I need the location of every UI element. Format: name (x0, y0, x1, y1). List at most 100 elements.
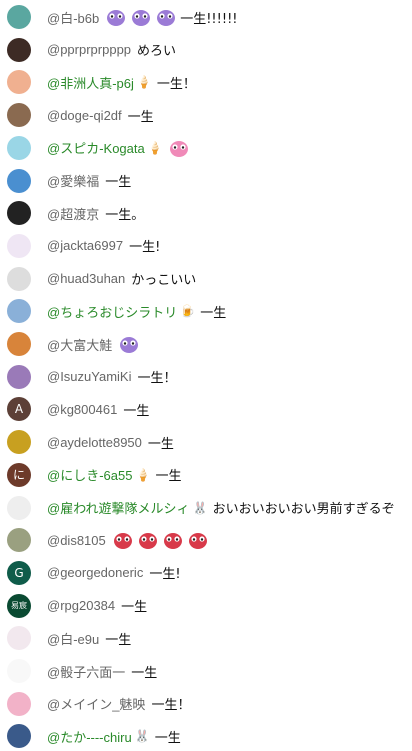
avatar[interactable] (7, 430, 31, 455)
author-name[interactable]: @aydelotte8950 (47, 435, 142, 450)
author-name[interactable]: @たか----chiru (47, 727, 132, 746)
avatar[interactable]: に (7, 462, 31, 487)
avatar[interactable] (7, 659, 31, 683)
chat-message-content: @rpg20384 一生 (47, 591, 147, 621)
custom-emoji-purple-icon (157, 10, 176, 26)
membership-badge-icon: 🐰 (192, 500, 208, 515)
avatar[interactable] (7, 5, 31, 29)
avatar[interactable] (7, 70, 31, 95)
chat-message-row[interactable]: @スピカ-Kogata 🍦 (0, 133, 412, 163)
author-name[interactable]: @huad3uhan (47, 271, 125, 286)
message-text: 一生 (105, 175, 132, 190)
chat-message-row[interactable]: @超渡京 一生。 (0, 198, 412, 228)
chat-message-content: @IsuzuYamiKi 一生！ (47, 362, 177, 392)
author-name[interactable]: @白-b6b (47, 8, 99, 27)
avatar[interactable]: 易宸 (7, 593, 31, 618)
author-name[interactable]: @メイイン_魅映 (47, 694, 145, 713)
avatar[interactable] (7, 626, 31, 651)
message-text: 一生 (155, 469, 182, 485)
chat-message-row[interactable]: @ちょろおじシラトリ 🍺 一生 (0, 296, 412, 326)
chat-message-row[interactable]: @メイイン_魅映 一生！ (0, 689, 412, 719)
avatar[interactable] (7, 495, 31, 520)
message-text: 一生! (129, 240, 161, 256)
custom-emoji-purple-icon (107, 10, 126, 26)
chat-message-content: @aydelotte8950 一生 (47, 427, 174, 457)
author-name[interactable]: @骰子六面一 (47, 662, 125, 681)
author-name[interactable]: @pprprprpppp (47, 42, 131, 57)
chat-message-row[interactable]: @非洲人真-p6j 🍦 一生！ (0, 67, 412, 97)
chat-message-content: @にしき-6a55 🍦 一生 (47, 460, 181, 490)
author-name[interactable]: @白-e9u (47, 629, 99, 648)
avatar[interactable] (7, 299, 31, 324)
chat-message-content: @雇われ遊撃隊メルシィ 🐰 おいおいおいおい男前すぎるぞ (47, 493, 395, 523)
author-name[interactable]: @雇われ遊撃隊メルシィ (47, 498, 190, 517)
author-name[interactable]: @rpg20384 (47, 598, 115, 613)
message-text: 一生!!!!!! (180, 11, 238, 27)
chat-message-row[interactable]: @愛樂福 一生 (0, 166, 412, 196)
chat-message-content: @huad3uhan かっこいい (47, 264, 196, 294)
chat-message-row[interactable]: @aydelotte8950 一生 (0, 427, 412, 457)
membership-badge-icon: 🐰 (134, 729, 150, 744)
chat-message-row[interactable]: G @georgedoneric 一生! (0, 558, 412, 588)
chat-message-content: @超渡京 一生。 (47, 198, 144, 228)
author-name[interactable]: @愛樂福 (47, 171, 99, 190)
message-text: 一生 (147, 436, 174, 452)
avatar[interactable] (7, 528, 31, 553)
author-name[interactable]: @kg800461 (47, 402, 117, 417)
chat-message-row[interactable]: 易宸 @rpg20384 一生 (0, 591, 412, 621)
author-name[interactable]: @georgedoneric (47, 565, 143, 580)
chat-message-row[interactable]: @huad3uhan かっこいい (0, 264, 412, 294)
author-name[interactable]: @非洲人真-p6j (47, 73, 134, 92)
message-text: めろい (137, 44, 177, 60)
author-name[interactable]: @jackta6997 (47, 238, 123, 253)
author-name[interactable]: @大富大鮭 (47, 335, 112, 354)
avatar[interactable] (7, 266, 31, 291)
avatar[interactable] (7, 724, 31, 749)
author-name[interactable]: @IsuzuYamiKi (47, 369, 131, 384)
author-name[interactable]: @ちょろおじシラトリ (47, 302, 177, 321)
avatar[interactable] (7, 168, 31, 193)
chat-message-row[interactable]: @骰子六面一 一生 (0, 656, 412, 686)
chat-message-content: @白-b6b 一生!!!!!! (47, 2, 238, 32)
author-name[interactable]: @超渡京 (47, 204, 99, 223)
author-name[interactable]: @スピカ-Kogata (47, 138, 145, 157)
custom-emoji-red-icon (188, 533, 207, 550)
chat-message-row[interactable]: @雇われ遊撃隊メルシィ 🐰 おいおいおいおい男前すぎるぞ (0, 493, 412, 523)
message-text: 一生！ (156, 76, 196, 92)
chat-message-content: @愛樂福 一生 (47, 166, 131, 196)
author-name[interactable]: @doge-qi2df (47, 108, 122, 123)
avatar[interactable] (7, 364, 31, 389)
chat-message-content: @doge-qi2df 一生 (47, 100, 154, 130)
chat-message-row[interactable]: @dis8105 (0, 525, 412, 555)
chat-message-row[interactable]: @doge-qi2df 一生 (0, 100, 412, 130)
chat-message-row[interactable]: @jackta6997 一生! (0, 231, 412, 261)
message-text: 一生！ (137, 371, 177, 387)
chat-message-row[interactable]: @IsuzuYamiKi 一生！ (0, 362, 412, 392)
avatar[interactable] (7, 135, 31, 160)
avatar[interactable] (7, 332, 31, 356)
message-text: 一生 (154, 730, 181, 746)
avatar[interactable] (7, 233, 31, 258)
chat-message-row[interactable]: @たか----chiru 🐰 一生 (0, 721, 412, 751)
author-name[interactable]: @にしき-6a55 (47, 465, 132, 484)
avatar[interactable] (7, 37, 31, 62)
avatar[interactable]: G (7, 560, 31, 585)
author-name[interactable]: @dis8105 (47, 533, 106, 548)
chat-message-row[interactable]: @pprprprpppp めろい (0, 35, 412, 65)
message-text: 一生 (200, 305, 227, 321)
chat-message-row[interactable]: @白-b6b 一生!!!!!! (0, 2, 412, 32)
chat-message-row[interactable]: A @kg800461 一生 (0, 394, 412, 424)
chat-message-content: @スピカ-Kogata 🍦 (47, 133, 193, 163)
message-text: 一生! (149, 567, 181, 583)
avatar[interactable] (7, 691, 31, 716)
avatar[interactable]: A (7, 397, 31, 422)
chat-message-row[interactable]: @大富大鮭 (0, 329, 412, 359)
chat-message-row[interactable]: に @にしき-6a55 🍦 一生 (0, 460, 412, 490)
chat-message-row[interactable]: @白-e9u 一生 (0, 623, 412, 653)
avatar[interactable] (7, 201, 31, 226)
chat-message-content: @kg800461 一生 (47, 394, 149, 424)
chat-message-content: @非洲人真-p6j 🍦 一生！ (47, 67, 196, 97)
avatar[interactable] (7, 103, 31, 128)
message-text: かっこいい (131, 273, 197, 289)
custom-emoji-red-icon (113, 533, 132, 550)
